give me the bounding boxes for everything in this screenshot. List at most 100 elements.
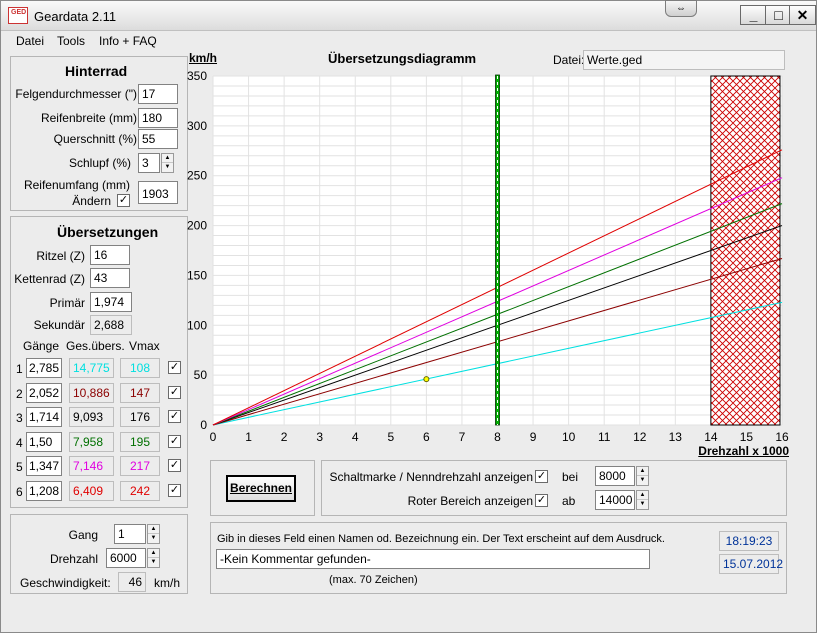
menu-datei[interactable]: Datei (16, 34, 44, 48)
rpm-stepper[interactable]: ▲ ▼ (147, 548, 160, 568)
y-tick-label: 0 (200, 418, 207, 432)
red-rpm-input[interactable]: 14000 (595, 490, 635, 510)
x-tick-label: 1 (245, 430, 252, 444)
minimize-button[interactable]: _ (740, 5, 767, 25)
secondary-value: 2,688 (90, 315, 132, 335)
primary-label: Primär (49, 296, 85, 310)
maximize-button[interactable]: □ (765, 5, 792, 25)
red-zone-checkbox[interactable]: ✓ (535, 494, 548, 507)
profile-input[interactable]: 55 (138, 129, 178, 149)
menu-bar: Datei Tools Info + FAQ (1, 31, 816, 51)
app-window: GED Geardata 2.11 ⇔ _ □ ✕ Datei Tools In… (0, 0, 817, 633)
calculate-button[interactable]: Berechnen (226, 475, 296, 502)
speed-label: Geschwindigkeit: (20, 576, 111, 590)
shift-marker-checkbox[interactable]: ✓ (535, 470, 548, 483)
close-button[interactable]: ✕ (789, 5, 816, 25)
gear-number: 3 (16, 411, 23, 425)
gear-ratio-input[interactable]: 1,50 (26, 431, 62, 452)
width-input[interactable]: 180 (138, 108, 178, 128)
red-zone (710, 75, 781, 426)
gear-number: 5 (16, 460, 23, 474)
x-tick-label: 10 (562, 430, 576, 444)
title-bar[interactable]: GED Geardata 2.11 ⇔ _ □ ✕ (1, 0, 816, 31)
gear-stepper[interactable]: ▲ ▼ (147, 524, 160, 544)
rim-input[interactable]: 17 (138, 84, 178, 104)
comment-input[interactable]: -Kein Kommentar gefunden- (216, 549, 650, 569)
secondary-label: Sekundär (33, 318, 85, 332)
gear-visible-checkbox[interactable]: ✓ (168, 459, 181, 472)
gear-visible-checkbox[interactable]: ✓ (168, 410, 181, 423)
y-tick-label: 250 (187, 169, 207, 183)
slip-label: Schlupf (%) (68, 156, 131, 170)
vmax-value: 195 (120, 431, 160, 452)
slip-stepper[interactable]: ▲ ▼ (161, 153, 174, 173)
gear-ratio-input[interactable]: 1,714 (26, 407, 62, 427)
y-tick-label: 300 (187, 119, 207, 133)
total-ratio-value: 14,775 (69, 358, 114, 378)
comment-panel: Gib in dieses Feld einen Namen od. Bezei… (210, 522, 787, 594)
red-zone-label: Roter Bereich anzeigen (407, 494, 533, 508)
x-tick-label: 9 (530, 430, 537, 444)
primary-input[interactable]: 1,974 (90, 292, 132, 312)
gear-ratio-input[interactable]: 2,052 (26, 382, 62, 403)
shift-at-label: bei (562, 470, 579, 484)
x-tick-label: 4 (352, 430, 359, 444)
profile-label: Querschnitt (%) (53, 132, 137, 146)
sprocket-label: Kettenrad (Z) (14, 272, 85, 286)
change-label: Ändern (72, 194, 111, 208)
vmax-value: 108 (120, 358, 160, 378)
speed-point (423, 376, 430, 383)
rear-wheel-panel: Hinterrad Felgendurchmesser (") 17 Reife… (10, 56, 188, 211)
x-tick-label: 14 (704, 430, 718, 444)
menu-tools[interactable]: Tools (57, 34, 85, 48)
restore-view-icon[interactable]: ⇔ (665, 0, 697, 17)
gear-label: Gang (68, 528, 98, 542)
gear-ratio-input[interactable]: 2,785 (26, 358, 62, 378)
app-logo-icon: GED (8, 7, 28, 24)
x-axis-label: Drehzahl x 1000 (698, 444, 789, 457)
comment-max-note: (max. 70 Zeichen) (329, 574, 418, 586)
window-title: Geardata 2.11 (34, 9, 117, 24)
comment-hint: Gib in dieses Feld einen Namen od. Bezei… (217, 533, 665, 545)
x-tick-label: 13 (669, 430, 683, 444)
speed-calc-panel: Gang 1 ▲ ▼ Drehzahl 6000 ▲ ▼ Geschwindigke… (10, 514, 188, 594)
circumference-label: Reifenumfang (mm) (23, 178, 130, 192)
rim-label: Felgendurchmesser (") (15, 87, 137, 101)
gear-input[interactable]: 1 (114, 524, 146, 544)
y-axis-unit: km/h (189, 51, 218, 65)
shift-rpm-input[interactable]: 8000 (595, 466, 635, 486)
gear-visible-checkbox[interactable]: ✓ (168, 434, 181, 448)
sprocket-input[interactable]: 43 (90, 268, 130, 288)
gear-visible-checkbox[interactable]: ✓ (168, 361, 181, 374)
x-tick-label: 16 (775, 430, 789, 444)
chart-title: Übersetzungsdiagramm (328, 51, 477, 66)
time-display: 18:19:23 (719, 531, 779, 551)
gear-ratio-input[interactable]: 1,347 (26, 456, 62, 476)
circumference-input[interactable]: 1903 (138, 181, 178, 204)
x-tick-label: 7 (459, 430, 466, 444)
slip-input[interactable]: 3 (138, 153, 160, 173)
shift-rpm-stepper[interactable]: ▲ ▼ (636, 466, 649, 486)
x-tick-label: 8 (494, 430, 501, 444)
rpm-input[interactable]: 6000 (106, 548, 146, 568)
menu-info-faq[interactable]: Info + FAQ (99, 34, 157, 48)
change-checkbox[interactable]: ✓ (117, 194, 130, 207)
vmax-value: 147 (120, 382, 160, 403)
red-rpm-stepper[interactable]: ▲ ▼ (636, 490, 649, 510)
gear-visible-checkbox[interactable]: ✓ (168, 385, 181, 399)
ratios-title: Übersetzungen (57, 224, 159, 240)
width-label: Reifenbreite (mm) (40, 111, 137, 125)
gear-visible-checkbox[interactable]: ✓ (168, 483, 181, 497)
options-panel: Schaltmarke / Nenndrehzahl anzeigen ✓ be… (321, 460, 787, 516)
gear-number: 6 (16, 484, 23, 499)
x-tick-label: 15 (740, 430, 754, 444)
gear-number: 2 (16, 386, 23, 401)
x-tick-label: 2 (281, 430, 288, 444)
total-ratio-value: 10,886 (69, 382, 114, 403)
file-label: Datei: (553, 53, 585, 67)
total-ratio-value: 9,093 (69, 407, 114, 427)
y-tick-label: 200 (187, 219, 207, 233)
red-from-label: ab (562, 494, 576, 508)
pinion-input[interactable]: 16 (90, 245, 130, 265)
gear-ratio-input[interactable]: 1,208 (26, 480, 62, 501)
